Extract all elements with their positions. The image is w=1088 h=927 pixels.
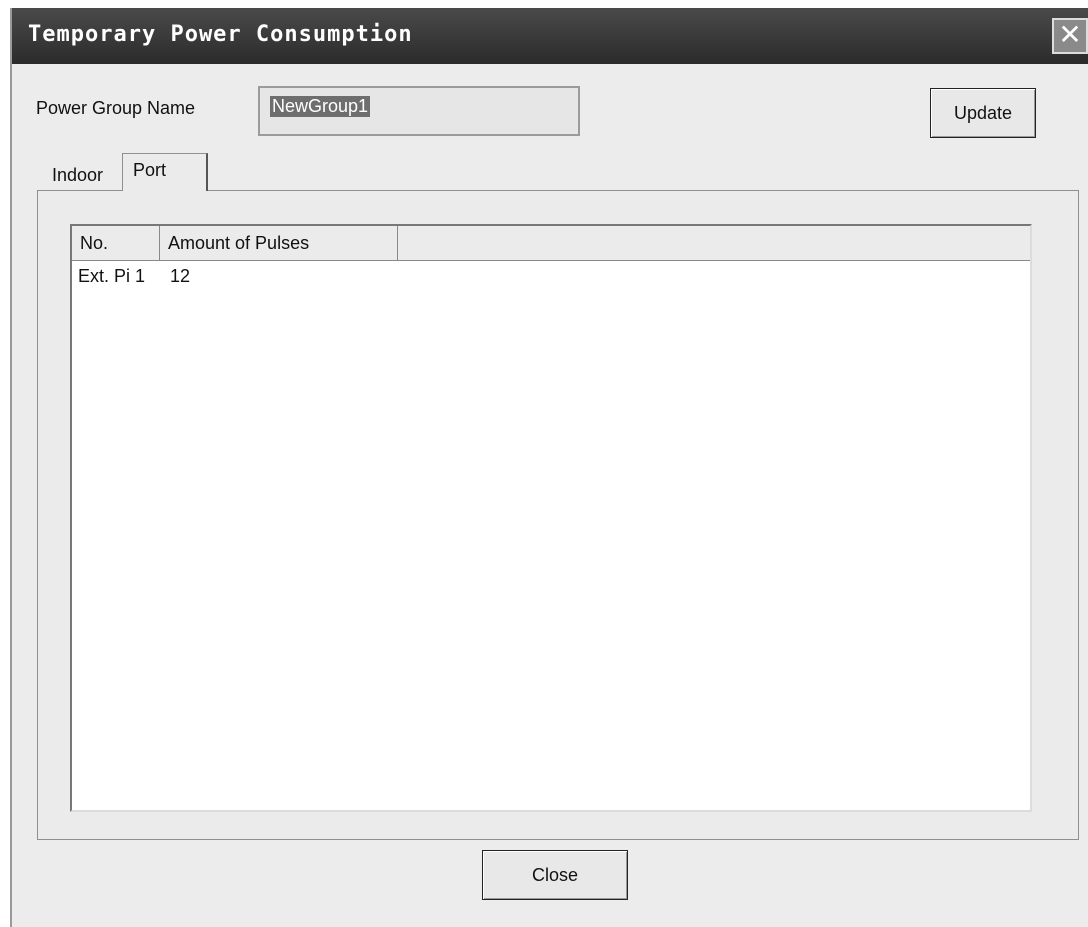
close-button[interactable]: Close xyxy=(482,850,628,900)
column-header-amount[interactable]: Amount of Pulses xyxy=(160,226,398,260)
close-icon[interactable]: ✕ xyxy=(1052,18,1088,54)
tab-port-label: Port xyxy=(133,160,167,180)
tab-indoor[interactable]: Indoor xyxy=(52,165,103,186)
window-title: Temporary Power Consumption xyxy=(28,22,413,47)
row-no: Ext. Pi 1 xyxy=(78,266,146,286)
power-group-name-label: Power Group Name xyxy=(36,98,196,118)
power-group-name-field[interactable]: NewGroup1 xyxy=(258,86,580,136)
power-group-name-value[interactable]: NewGroup1 xyxy=(270,96,371,117)
column-header-no[interactable]: No. xyxy=(72,226,160,260)
list-header: No. Amount of Pulses xyxy=(72,226,1030,261)
update-button[interactable]: Update xyxy=(930,88,1036,138)
table-row[interactable]: Ext. Pi 1 12 xyxy=(72,262,1030,290)
row-amount: 12 xyxy=(170,266,191,286)
dialog-window: Temporary Power Consumption ✕ Power Grou… xyxy=(10,8,1088,927)
title-bar[interactable]: Temporary Power Consumption ✕ xyxy=(12,8,1088,64)
pulse-list[interactable]: No. Amount of Pulses Ext. Pi 1 12 xyxy=(70,224,1032,812)
tab-port[interactable]: Port xyxy=(122,153,208,191)
